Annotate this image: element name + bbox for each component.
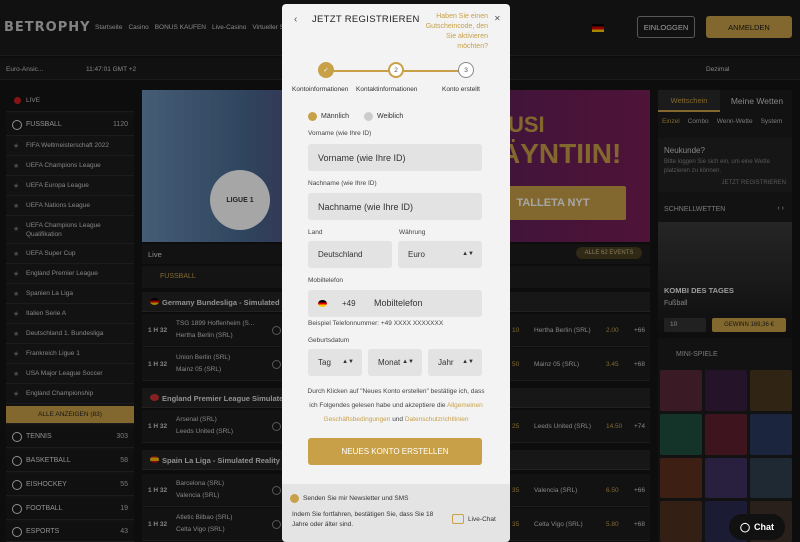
step-3: 3 bbox=[458, 62, 474, 78]
firstname-input[interactable]: Vorname (wie Ihre ID) bbox=[308, 144, 482, 171]
back-icon[interactable]: ‹ bbox=[294, 14, 297, 25]
gender-female-radio[interactable]: Weiblich bbox=[364, 112, 403, 121]
promo-code-link[interactable]: Haben Sie einen Gutscheincode, den Sie a… bbox=[422, 12, 488, 52]
age-confirm-text: Indem Sie fortfahren, bestätigen Sie, da… bbox=[292, 511, 434, 528]
select-arrow-icon: ▲▼ bbox=[462, 251, 474, 257]
chat-icon bbox=[452, 514, 464, 524]
currency-select[interactable]: Euro ▲▼ bbox=[398, 241, 482, 268]
firstname-label: Vorname (wie Ihre ID) bbox=[308, 130, 372, 137]
step-label-1: Kontoinformationen bbox=[292, 86, 349, 93]
phone-label: Mobiltelefon bbox=[308, 277, 344, 284]
lastname-input[interactable]: Nachname (wie Ihre ID) bbox=[308, 193, 482, 220]
month-select[interactable]: Monat ▲▼ bbox=[368, 349, 422, 376]
close-icon[interactable]: ✕ bbox=[494, 14, 501, 23]
gender-male-radio[interactable]: Männlich bbox=[308, 112, 349, 121]
germany-flag-icon[interactable] bbox=[318, 300, 327, 307]
phone-hint: Beispiel Telefonnummer: +49 XXXX XXXXXXX bbox=[308, 320, 444, 327]
country-select[interactable]: Deutschland bbox=[308, 241, 392, 268]
country-label: Land bbox=[308, 229, 323, 236]
chat-bubble-icon: ◯ bbox=[739, 521, 751, 532]
year-select[interactable]: Jahr ▲▼ bbox=[428, 349, 482, 376]
create-account-button[interactable]: NEUES KONTO ERSTELLEN bbox=[308, 438, 482, 465]
step-2: 2 bbox=[388, 62, 404, 78]
registration-modal: ‹ JETZT REGISTRIEREN Haben Sie einen Gut… bbox=[282, 4, 510, 542]
newsletter-checkbox[interactable]: Senden Sie mir Newsletter und SMS bbox=[290, 494, 409, 503]
day-select[interactable]: Tag ▲▼ bbox=[308, 349, 362, 376]
lastname-label: Nachname (wie Ihre ID) bbox=[308, 180, 377, 187]
privacy-link[interactable]: Datenschutzrichtlinien bbox=[405, 416, 469, 423]
terms-text: Durch Klicken auf "Neues Konto erstellen… bbox=[307, 388, 485, 423]
check-icon bbox=[290, 494, 299, 503]
chat-button[interactable]: ◯ Chat bbox=[729, 514, 785, 540]
progress-steps: ✓ 2 3 bbox=[318, 62, 474, 78]
dob-label: Geburtsdatum bbox=[308, 337, 350, 344]
currency-label: Währung bbox=[399, 229, 426, 236]
check-icon: ✓ bbox=[318, 62, 334, 78]
phone-input[interactable]: +49 Mobiltelefon bbox=[308, 290, 482, 317]
step-label-3: Konto erstellt bbox=[442, 86, 480, 93]
step-label-2: Kontaktinformationen bbox=[356, 86, 418, 93]
modal-footer: Senden Sie mir Newsletter und SMS Indem … bbox=[282, 484, 510, 542]
modal-title: JETZT REGISTRIEREN bbox=[312, 14, 420, 25]
live-chat-button[interactable]: Live-Chat bbox=[452, 514, 496, 524]
